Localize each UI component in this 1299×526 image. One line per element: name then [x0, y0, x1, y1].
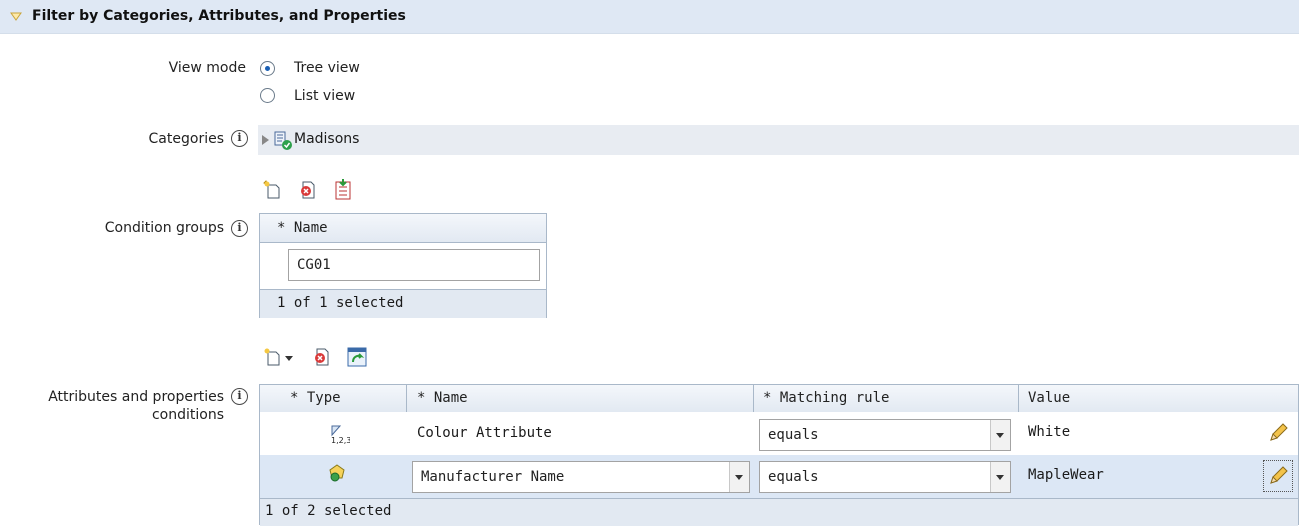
condition-group-name-input[interactable]: CG01 [288, 249, 540, 281]
delete-icon[interactable] [298, 180, 318, 200]
svg-text:1,2,3: 1,2,3 [331, 436, 350, 445]
info-icon[interactable]: i [231, 130, 248, 147]
attribute-value: MapleWear [1028, 467, 1104, 483]
categories-label: Categories [148, 131, 224, 147]
attribute-name-value: Manufacturer Name [421, 469, 565, 485]
edit-button[interactable] [1263, 460, 1293, 492]
view-mode-label: View mode [168, 60, 246, 76]
table-footer: 1 of 2 selected [260, 498, 1298, 526]
column-divider [406, 385, 407, 412]
chevron-down-icon[interactable] [990, 462, 1010, 492]
matching-rule-value: equals [768, 469, 819, 485]
table-footer: 1 of 1 selected [260, 289, 546, 318]
categories-tree [258, 125, 1299, 155]
attributes-table: * Type * Name * Matching rule Value 1,2,… [259, 384, 1299, 526]
new-icon[interactable] [263, 347, 283, 367]
chevron-down-icon[interactable] [729, 462, 749, 492]
selection-count: 1 of 1 selected [277, 295, 404, 311]
expand-triangle-icon[interactable] [262, 135, 269, 145]
info-icon[interactable]: i [231, 388, 248, 405]
attributes-label-line2: conditions [151, 407, 224, 423]
table-row[interactable]: Manufacturer Name equals MapleWear [260, 455, 1298, 498]
condition-groups-label: Condition groups [104, 220, 224, 236]
section-title: Filter by Categories, Attributes, and Pr… [32, 8, 406, 24]
attribute-value: White [1028, 424, 1071, 440]
column-header-name[interactable]: * Name [277, 220, 328, 236]
matching-rule-value: equals [768, 427, 819, 443]
selection-count: 1 of 2 selected [265, 503, 392, 519]
collapse-triangle-icon[interactable] [9, 9, 23, 23]
attribute-name-select[interactable]: Manufacturer Name [412, 461, 750, 493]
matching-rule-select[interactable]: equals [759, 461, 1011, 493]
table-header: * Type * Name * Matching rule Value [260, 385, 1298, 413]
chevron-down-icon[interactable] [990, 420, 1010, 450]
refresh-icon[interactable] [347, 346, 369, 368]
column-header-name[interactable]: * Name [417, 390, 468, 406]
attribute-name: Colour Attribute [417, 425, 552, 441]
new-icon[interactable] [263, 180, 283, 200]
section-header[interactable]: Filter by Categories, Attributes, and Pr… [0, 0, 1299, 34]
tree-item-madisons[interactable]: Madisons [294, 131, 359, 147]
load-icon[interactable] [333, 179, 353, 201]
chevron-down-icon[interactable] [285, 356, 293, 362]
table-header: * Name [260, 214, 546, 243]
tree-view-label[interactable]: Tree view [294, 60, 360, 76]
numeric-attribute-icon: 1,2,3 [331, 425, 350, 445]
info-icon[interactable]: i [231, 220, 248, 237]
column-divider [753, 385, 754, 412]
matching-rule-select[interactable]: equals [759, 419, 1011, 451]
table-row[interactable]: 1,2,3 Colour Attribute equals White [260, 412, 1298, 455]
edit-pencil-icon[interactable] [1267, 465, 1289, 487]
delete-icon[interactable] [312, 347, 332, 367]
attributes-label-line1: Attributes and properties [48, 389, 224, 405]
column-header-type[interactable]: * Type [290, 390, 341, 406]
column-divider [1018, 385, 1019, 412]
list-view-label[interactable]: List view [294, 88, 355, 104]
column-header-value[interactable]: Value [1028, 390, 1070, 406]
tree-view-radio[interactable] [260, 61, 275, 76]
catalog-icon [274, 131, 292, 150]
condition-groups-table: * Name CG01 1 of 1 selected [259, 213, 547, 318]
property-icon [329, 464, 345, 482]
list-view-radio[interactable] [260, 88, 275, 103]
column-header-matching-rule[interactable]: * Matching rule [763, 390, 889, 406]
edit-pencil-icon[interactable] [1267, 422, 1289, 444]
